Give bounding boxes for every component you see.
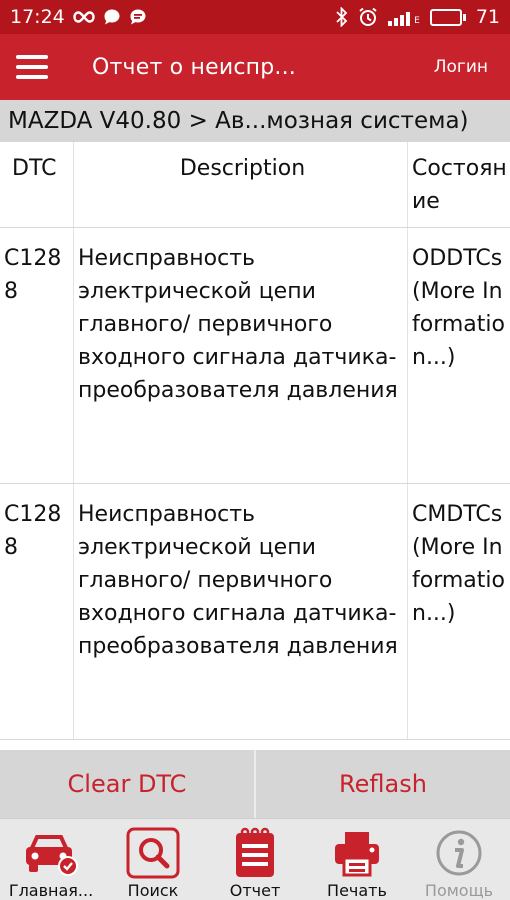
network-type: E <box>414 16 420 26</box>
signal-icon: E <box>388 8 420 26</box>
bluetooth-icon <box>336 7 348 27</box>
nav-print[interactable]: Печать <box>306 819 408 900</box>
info-icon <box>430 827 488 879</box>
nav-home[interactable]: Главная... <box>0 819 102 900</box>
bottom-nav: Главная... Поиск Отчет Печать Помощь <box>0 818 510 900</box>
infinity-icon <box>73 10 95 24</box>
breadcrumb: MAZDA V40.80 > Ав...мозная система) <box>0 100 510 142</box>
menu-button[interactable] <box>0 34 64 100</box>
dtc-state-link[interactable]: CMDTCs(More Information...) <box>408 484 510 739</box>
table-row[interactable]: C1288 Неисправность электрической цепи г… <box>0 228 510 484</box>
search-icon <box>124 827 182 879</box>
battery-icon <box>429 8 466 26</box>
login-button[interactable]: Логин <box>434 57 488 77</box>
hamburger-icon <box>16 55 48 79</box>
nav-report[interactable]: Отчет <box>204 819 306 900</box>
dtc-code: C1288 <box>0 484 74 739</box>
nav-report-label: Отчет <box>229 881 281 900</box>
nav-print-label: Печать <box>327 881 387 900</box>
car-check-icon <box>22 827 80 879</box>
nav-search-label: Поиск <box>127 881 179 900</box>
dtc-description: Неисправность электрической цепи главног… <box>74 484 408 739</box>
battery-level: 71 <box>475 6 500 28</box>
status-bar: 17:24 E 71 <box>0 0 510 34</box>
dtc-state-link[interactable]: ODDTCs(More Information...) <box>408 228 510 483</box>
alarm-icon <box>358 7 378 27</box>
header-state: Состояние <box>412 156 507 214</box>
header-dtc: DTC <box>0 142 74 227</box>
report-icon <box>226 827 284 879</box>
nav-help-label: Помощь <box>424 881 494 900</box>
chat-bubble-icon <box>103 8 121 26</box>
app-toolbar: Отчет о неиспр... Логин <box>0 34 510 100</box>
dtc-description: Неисправность электрической цепи главног… <box>74 228 408 483</box>
status-time: 17:24 <box>10 6 65 28</box>
nav-help[interactable]: Помощь <box>408 819 510 900</box>
dtc-table: DTC Description Состояние C1288 Неисправ… <box>0 142 510 740</box>
page-title: Отчет о неиспр... <box>92 54 296 80</box>
table-row[interactable]: C1288 Неисправность электрической цепи г… <box>0 484 510 740</box>
nav-home-label: Главная... <box>8 881 94 900</box>
nav-search[interactable]: Поиск <box>102 819 204 900</box>
reflash-button[interactable]: Reflash <box>254 750 510 818</box>
table-header: DTC Description Состояние <box>0 142 510 228</box>
action-bar: Clear DTC Reflash <box>0 750 510 818</box>
dtc-code: C1288 <box>0 228 74 483</box>
header-description: Description <box>74 142 408 227</box>
message-icon <box>129 8 147 26</box>
clear-dtc-button[interactable]: Clear DTC <box>0 750 254 818</box>
printer-icon <box>328 827 386 879</box>
